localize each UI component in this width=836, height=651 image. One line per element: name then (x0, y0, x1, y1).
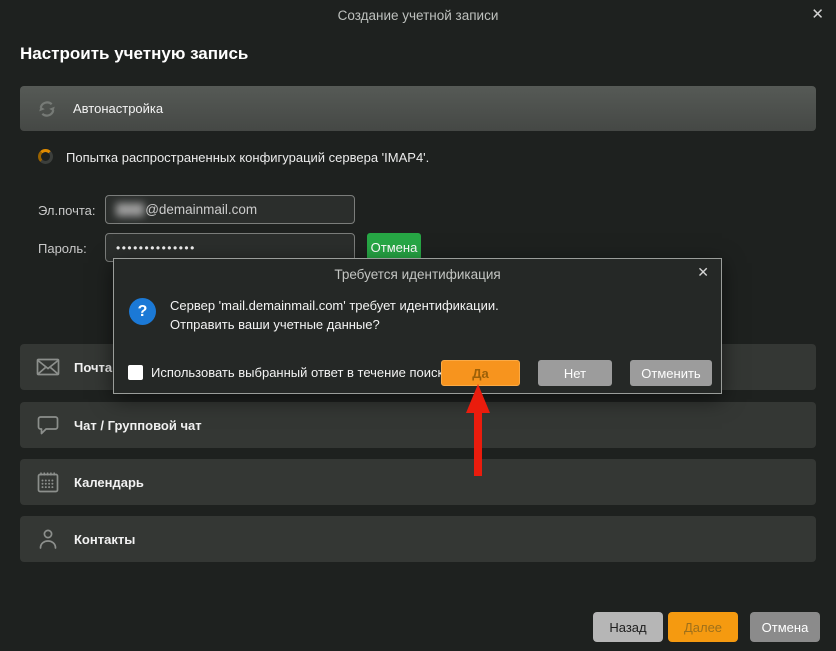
password-label: Пароль: (38, 241, 87, 256)
dialog-title: Требуется идентификация (114, 267, 721, 282)
identification-dialog: Требуется идентификация ✕ ? Сервер 'mail… (113, 258, 722, 394)
loading-spinner (38, 149, 53, 164)
redacted-username: ████ (116, 204, 143, 216)
status-text: Попытка распространенных конфигураций се… (66, 150, 429, 165)
dialog-cancel-button[interactable]: Отменить (630, 360, 712, 386)
remember-answer-label: Использовать выбранный ответ в течение п… (151, 365, 454, 380)
dialog-message-line1: Сервер 'mail.demainmail.com' требует иде… (170, 298, 499, 313)
window-title: Создание учетной записи (0, 8, 836, 23)
contacts-icon (34, 525, 62, 553)
window-close-icon[interactable]: ✕ (811, 6, 824, 24)
dialog-close-icon[interactable]: ✕ (697, 264, 709, 281)
service-label: Контакты (74, 532, 135, 547)
account-creation-window: Создание учетной записи ✕ Настроить учет… (0, 0, 836, 651)
service-label: Календарь (74, 475, 144, 490)
service-row-calendar[interactable]: Календарь (20, 459, 816, 505)
dialog-message-line2: Отправить ваши учетные данные? (170, 317, 380, 332)
footer-cancel-button[interactable]: Отмена (750, 612, 820, 642)
autoconfig-label: Автонастройка (73, 101, 163, 116)
email-field[interactable]: ████ @demainmail.com (105, 195, 355, 224)
remember-answer-checkbox[interactable] (128, 365, 143, 380)
service-label: Чат / Групповой чат (74, 418, 202, 433)
service-label: Почта (74, 360, 112, 375)
next-button[interactable]: Далее (668, 612, 738, 642)
page-title: Настроить учетную запись (20, 44, 248, 64)
mail-icon (34, 353, 62, 381)
autoconfig-bar[interactable]: Автонастройка (20, 86, 816, 131)
password-dots: •••••••••••••• (116, 241, 196, 255)
email-domain-text: @demainmail.com (145, 202, 257, 217)
calendar-icon (34, 468, 62, 496)
yes-button[interactable]: Да (441, 360, 520, 386)
sync-icon (35, 97, 59, 121)
no-button[interactable]: Нет (538, 360, 612, 386)
chat-icon (34, 411, 62, 439)
service-row-chat[interactable]: Чат / Групповой чат (20, 402, 816, 448)
question-icon: ? (129, 298, 156, 325)
email-label: Эл.почта: (38, 203, 96, 218)
back-button[interactable]: Назад (593, 612, 663, 642)
service-row-contacts[interactable]: Контакты (20, 516, 816, 562)
